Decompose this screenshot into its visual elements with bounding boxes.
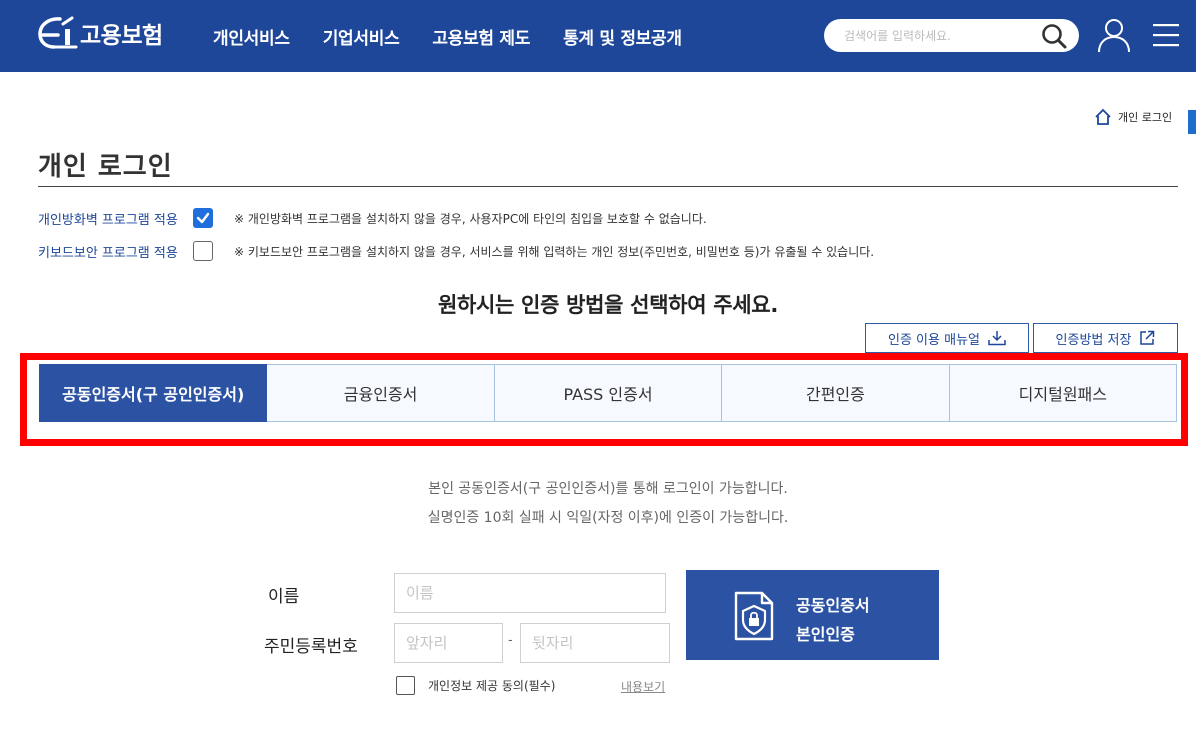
nav-item-system[interactable]: 고용보험 제도 [432,24,530,49]
download-icon [988,331,1006,346]
privacy-view-link[interactable]: 내용보기 [621,678,665,695]
tab-joint-certificate[interactable]: 공동인증서(구 공인인증서) [39,364,268,422]
side-scroll-tab[interactable] [1188,110,1196,134]
info-line-2: 실명인증 10회 실패 시 익일(자정 이후)에 인증이 가능합니다. [427,510,789,526]
firewall-option-label: 개인방화벽 프로그램 적용 [38,212,178,228]
firewall-option-note: ※ 개인방화벽 프로그램을 설치하지 않을 경우, 사용자PC에 타인의 침입을… [234,211,707,226]
save-auth-method-button[interactable]: 인증방법 저장 [1033,323,1178,353]
nav-item-personal[interactable]: 개인서비스 [213,24,290,49]
breadcrumb-current: 개인 로그인 [1118,111,1173,124]
home-icon[interactable] [1094,108,1112,126]
nav-item-statistics[interactable]: 통계 및 정보공개 [563,24,682,49]
search-input[interactable] [844,26,1034,46]
rrn-label: 주민등록번호 [264,637,358,657]
rrn-dash: - [508,633,513,648]
tab-digital-onepass[interactable]: 디지털원패스 [949,364,1178,422]
keyboard-security-option-label: 키보드보안 프로그램 적용 [38,245,178,261]
logo-text: 고용보험 [80,23,163,49]
external-link-icon [1140,330,1155,345]
ei-logo-icon [38,16,78,49]
page-title: 개인 로그인 [38,152,173,182]
cert-button-line-1: 공동인증서 [796,596,870,615]
privacy-agree-label: 개인정보 제공 동의(필수) [428,679,556,693]
rrn-front-input[interactable] [394,623,503,663]
site-header: 고용보험 개인서비스 기업서비스 고용보험 제도 통계 및 정보공개 [0,0,1196,72]
keyboard-security-option-row: 키보드보안 프로그램 적용 ※ 키보드보안 프로그램을 설치하지 않을 경우, … [38,239,874,263]
search-box [824,19,1079,52]
firewall-checkbox[interactable] [193,208,213,228]
breadcrumb: 개인 로그인 [1094,108,1172,126]
tab-financial-certificate[interactable]: 금융인증서 [267,364,495,422]
search-icon[interactable] [1040,22,1068,50]
name-label: 이름 [268,587,300,607]
auth-method-tabs: 공동인증서(구 공인인증서) 금융인증서 PASS 인증서 간편인증 디지털원패… [39,364,1178,422]
hamburger-menu-icon[interactable] [1152,22,1180,48]
keyboard-security-option-note: ※ 키보드보안 프로그램을 설치하지 않을 경우, 서비스를 위해 입력하는 개… [234,244,875,259]
auth-manual-button[interactable]: 인증 이용 매뉴얼 [865,323,1029,353]
nav-item-business[interactable]: 기업서비스 [323,24,400,49]
main-nav: 개인서비스 기업서비스 고용보험 제도 통계 및 정보공개 [213,24,715,49]
tab-pass-certificate[interactable]: PASS 인증서 [494,364,723,422]
name-input[interactable] [394,573,666,613]
joint-certificate-auth-button[interactable]: 공동인증서 본인인증 [686,570,939,660]
logo[interactable]: 고용보험 [36,12,163,54]
user-icon[interactable] [1096,16,1132,54]
title-divider [38,186,1178,187]
privacy-agree-row: 개인정보 제공 동의(필수) [396,676,555,695]
auth-manual-label: 인증 이용 매뉴얼 [888,332,980,348]
auth-method-headline: 원하시는 인증 방법을 선택하여 주세요. [437,293,779,317]
certificate-lock-icon [734,591,774,641]
checkmark-icon [196,212,210,224]
cert-button-line-2: 본인인증 [796,625,855,644]
firewall-option-row: 개인방화벽 프로그램 적용 ※ 개인방화벽 프로그램을 설치하지 않을 경우, … [38,206,707,230]
keyboard-security-checkbox[interactable] [193,241,213,261]
privacy-agree-checkbox[interactable] [396,676,415,695]
save-auth-method-label: 인증방법 저장 [1055,332,1132,348]
tab-simple-auth[interactable]: 간편인증 [722,364,950,422]
rrn-back-input[interactable] [520,623,670,663]
info-line-1: 본인 공동인증서(구 공인인증서)를 통해 로그인이 가능합니다. [428,481,788,497]
cert-button-label: 공동인증서 본인인증 [796,591,870,649]
